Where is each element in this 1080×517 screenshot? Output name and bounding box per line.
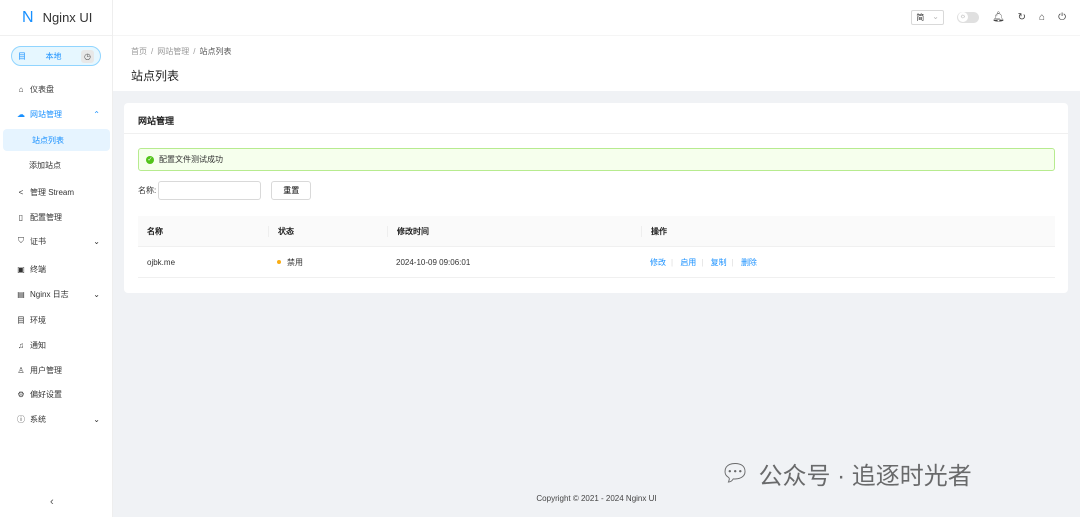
sites-table: 名称 状态 修改时间 操作 ojbk.me 禁用 2024-10-09 09:0… bbox=[138, 216, 1055, 278]
label: 用户管理 bbox=[30, 365, 62, 375]
sidebar-item-system[interactable]: ⓘ 系统 ⌄ bbox=[0, 408, 112, 430]
name-search-input[interactable] bbox=[158, 181, 262, 200]
watermark: 💬︎ 公众号 · 追逐时光者 bbox=[720, 456, 972, 491]
environment-label: 本地 bbox=[45, 51, 62, 61]
status-text: 禁用 bbox=[287, 257, 303, 267]
label: 证书 bbox=[30, 236, 46, 246]
name-label: 名称: bbox=[138, 186, 157, 195]
column-actions: 操作 bbox=[641, 225, 1055, 237]
label: 管理 Stream bbox=[30, 187, 75, 197]
status-dot-icon bbox=[277, 260, 281, 265]
sidebar: N Nginx UI 目 本地 ◷ ⌂ 仪表盘 ☁ 网站管理 ⌃ 站点列表 添加站点 < 管理… bbox=[0, 0, 113, 517]
bell-icon[interactable]: 🔔︎ bbox=[992, 12, 1005, 23]
terminal-icon: ▣ bbox=[17, 264, 25, 274]
sidebar-item-environment[interactable]: 目环境 bbox=[0, 309, 112, 331]
duplicate-link[interactable]: 复制 bbox=[711, 258, 727, 267]
theme-toggle[interactable] bbox=[956, 12, 979, 23]
sidebar-item-users[interactable]: ♙ 用户管理 bbox=[0, 359, 112, 381]
user-icon: ♙ bbox=[17, 365, 25, 375]
environment-selector[interactable]: 目 本地 ◷ bbox=[11, 46, 101, 66]
row-actions: 修改 | 启用 | 复制 | 删除 bbox=[650, 257, 757, 267]
table-header: 名称 状态 修改时间 操作 bbox=[138, 216, 1055, 247]
language-select[interactable]: 简 ⌄ bbox=[911, 10, 944, 25]
search-form: 名称: 重置 bbox=[138, 181, 312, 200]
label: 环境 bbox=[30, 315, 46, 325]
chevron-down-icon: ⌄ bbox=[93, 289, 100, 299]
site-status: 禁用 bbox=[268, 257, 387, 268]
logo[interactable]: N Nginx UI bbox=[0, 0, 112, 36]
success-alert: ✓ 配置文件测试成功 bbox=[138, 148, 1055, 171]
database-icon: 目 bbox=[17, 315, 25, 325]
check-circle-icon: ✓ bbox=[146, 155, 154, 164]
delete-link[interactable]: 删除 bbox=[741, 258, 757, 267]
sidebar-item-add-site[interactable]: 添加站点 bbox=[0, 154, 112, 176]
collapse-sidebar-icon[interactable]: ‹ bbox=[50, 496, 54, 508]
cloud-icon: ☁ bbox=[17, 109, 25, 119]
chevron-down-icon: ⌄ bbox=[93, 236, 100, 246]
shield-icon: ⛉ bbox=[18, 236, 24, 245]
bell-icon: ♫ bbox=[18, 340, 24, 350]
chevron-up-icon: ⌃ bbox=[93, 109, 100, 119]
server-icon: 目 bbox=[18, 51, 26, 61]
reload-icon[interactable]: ↻ bbox=[1018, 12, 1026, 23]
sidebar-item-stream[interactable]: < 管理 Stream bbox=[0, 181, 112, 203]
sidebar-item-notifications[interactable]: ♫ 通知 bbox=[0, 334, 112, 356]
sidebar-item-config[interactable]: ▯ 配置管理 bbox=[0, 206, 112, 228]
page-header: 首页 / 网站管理 / 站点列表 站点列表 bbox=[113, 36, 1080, 91]
breadcrumb-home[interactable]: 首页 bbox=[131, 47, 147, 56]
home-icon: ⌂ bbox=[18, 84, 24, 94]
chevron-down-icon: ⌄ bbox=[93, 414, 100, 424]
sidebar-item-terminal[interactable]: ▣ 终端 bbox=[0, 258, 112, 280]
chevron-down-icon: ⌄ bbox=[932, 12, 939, 21]
label: 站点列表 bbox=[32, 135, 64, 145]
label: 通知 bbox=[30, 340, 46, 350]
logout-icon[interactable]: ⏻ bbox=[1058, 12, 1066, 23]
footer-copyright: Copyright © 2021 - 2024 Nginx UI bbox=[536, 494, 657, 503]
label: 网站管理 bbox=[30, 109, 62, 119]
language-value: 简 bbox=[916, 13, 925, 22]
breadcrumb-sites[interactable]: 网站管理 bbox=[157, 47, 189, 56]
label: Nginx 日志 bbox=[30, 289, 69, 299]
column-status[interactable]: 状态 bbox=[268, 225, 387, 237]
label: 系统 bbox=[30, 414, 46, 424]
label: 偏好设置 bbox=[30, 389, 62, 399]
app-name: Nginx UI bbox=[42, 10, 93, 25]
card-title: 网站管理 bbox=[124, 103, 1068, 134]
sidebar-item-dashboard[interactable]: ⌂ 仪表盘 bbox=[0, 78, 112, 100]
label: 终端 bbox=[30, 264, 46, 274]
label: 配置管理 bbox=[30, 212, 62, 222]
sidebar-item-preferences[interactable]: ⚙ 偏好设置 bbox=[0, 383, 112, 405]
sidebar-item-certificates[interactable]: ⛉ 证书 ⌄ bbox=[0, 230, 112, 252]
file-icon: ▯ bbox=[18, 212, 24, 222]
home-icon[interactable]: ⌂ bbox=[1039, 12, 1045, 23]
clock-icon[interactable]: ◷ bbox=[81, 49, 94, 63]
sidebar-item-sites[interactable]: ☁ 网站管理 ⌃ bbox=[0, 103, 112, 125]
alert-message: 配置文件测试成功 bbox=[159, 155, 223, 164]
sidebar-item-nginx-log[interactable]: ▤ Nginx 日志 ⌄ bbox=[0, 283, 112, 305]
edit-link[interactable]: 修改 bbox=[650, 258, 666, 267]
table-row: ojbk.me 禁用 2024-10-09 09:06:01 修改 | 启用 | 复… bbox=[138, 247, 1055, 278]
share-icon: < bbox=[18, 187, 24, 197]
breadcrumb-current: 站点列表 bbox=[199, 47, 232, 56]
label: 仪表盘 bbox=[30, 84, 54, 94]
reset-button[interactable]: 重置 bbox=[271, 181, 312, 200]
sidebar-item-site-list[interactable]: 站点列表 bbox=[3, 129, 110, 151]
breadcrumb: 首页 / 网站管理 / 站点列表 bbox=[131, 47, 232, 56]
column-modified[interactable]: 修改时间 bbox=[387, 225, 641, 237]
page-title: 站点列表 bbox=[131, 69, 180, 83]
enable-link[interactable]: 启用 bbox=[680, 258, 696, 267]
top-header: 简⌄ 🔔︎ ↻ ⌂ ⏻ bbox=[113, 0, 1080, 36]
column-name[interactable]: 名称 bbox=[138, 226, 268, 237]
watermark-text: 公众号 · 追逐时光者 bbox=[758, 463, 972, 490]
site-management-card: 网站管理 ✓ 配置文件测试成功 名称: 重置 名称 状态 修改时间 操作 ojbk.… bbox=[124, 103, 1068, 293]
label: 添加站点 bbox=[29, 160, 61, 170]
modified-time: 2024-10-09 09:06:01 bbox=[396, 257, 471, 267]
wechat-icon: 💬︎ bbox=[720, 460, 751, 487]
nginx-logo-icon: N bbox=[22, 8, 34, 26]
gear-icon: ⚙ bbox=[17, 389, 25, 399]
log-icon: ▤ bbox=[17, 289, 25, 299]
site-name: ojbk.me bbox=[147, 257, 176, 267]
info-icon: ⓘ bbox=[17, 414, 25, 424]
